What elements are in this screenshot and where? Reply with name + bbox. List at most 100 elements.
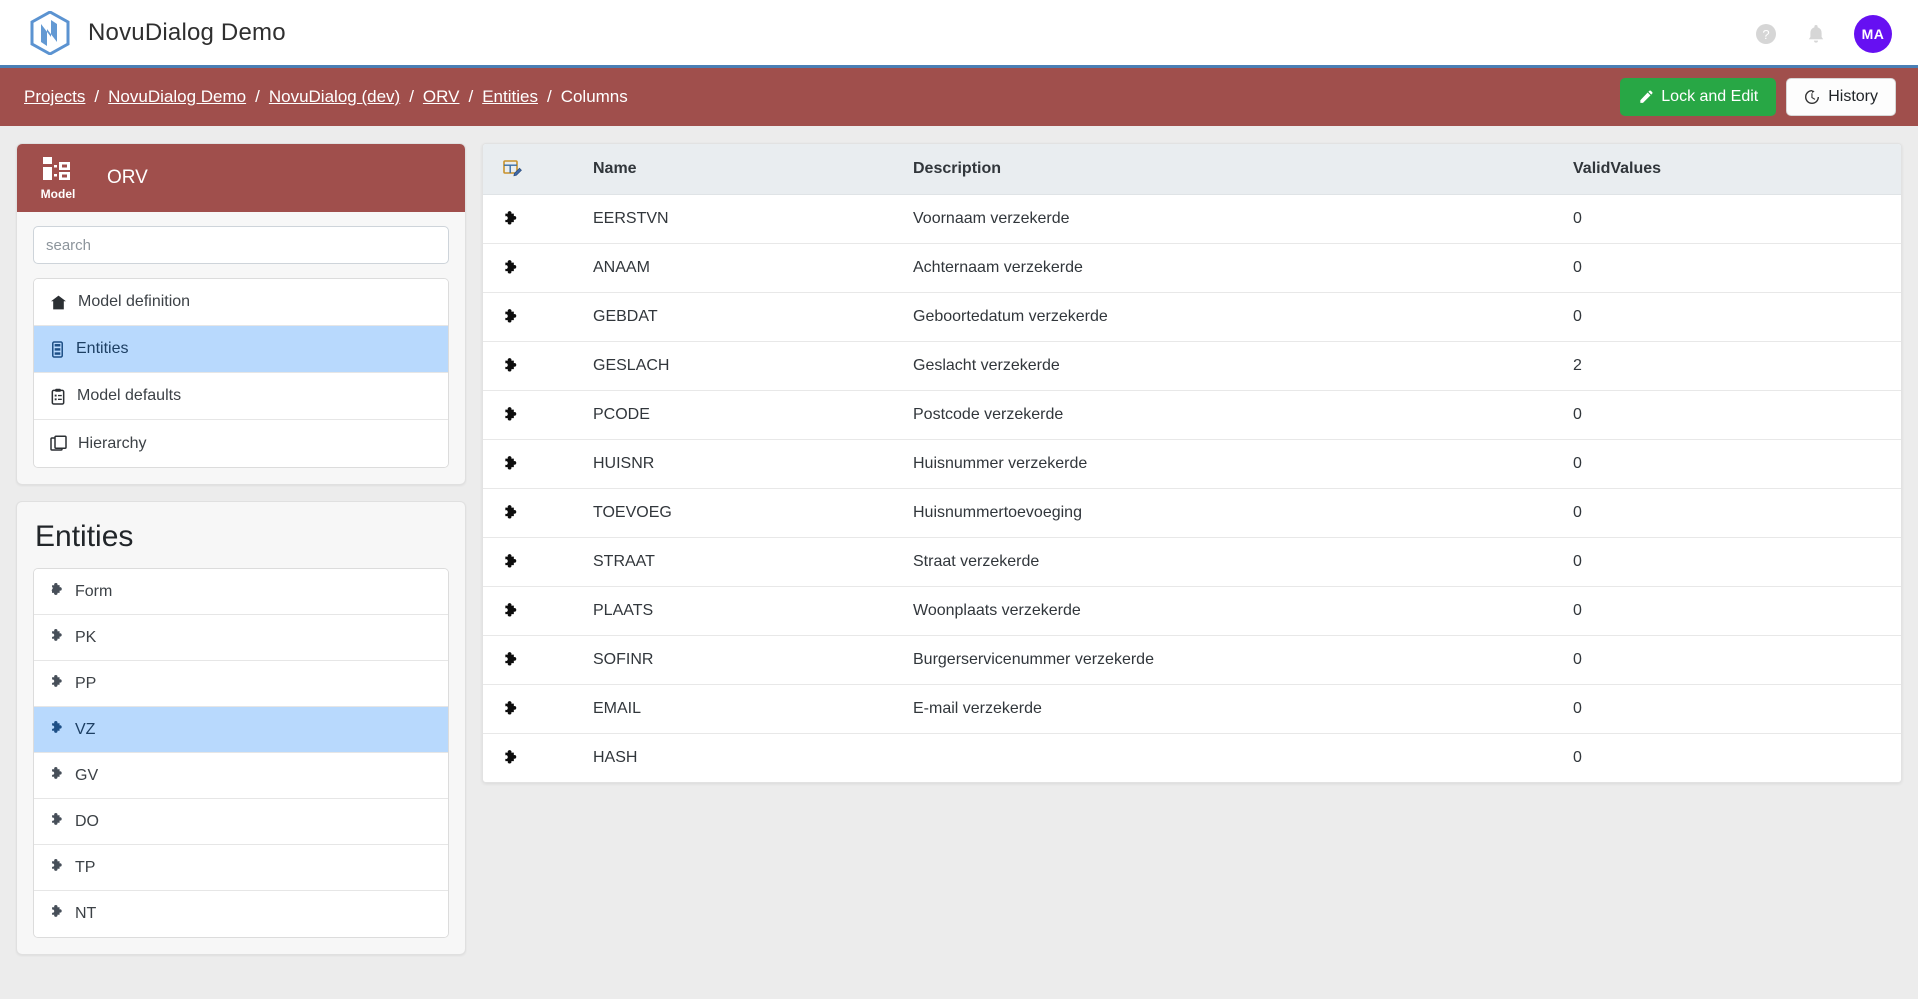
- edit-columns-icon[interactable]: [503, 159, 573, 178]
- model-panel-header: Model ORV: [17, 144, 465, 212]
- sidebar-item-label: Model definition: [78, 293, 191, 310]
- question-circle-icon[interactable]: ?: [1754, 22, 1778, 46]
- entity-item-tp[interactable]: TP: [34, 845, 448, 891]
- sidebar: Model ORV Model definition: [16, 143, 466, 955]
- columns-table-card: Name Description ValidValues EERSTVN Voo…: [482, 143, 1902, 783]
- row-icon-cell: [483, 439, 583, 489]
- entity-item-label: VZ: [75, 720, 96, 738]
- avatar[interactable]: MA: [1854, 15, 1892, 53]
- history-button[interactable]: History: [1786, 78, 1896, 116]
- home-icon: [50, 294, 67, 311]
- entity-item-pk[interactable]: PK: [34, 615, 448, 661]
- row-icon-cell: [483, 341, 583, 391]
- table-header-row: Name Description ValidValues: [483, 144, 1901, 195]
- svg-text:?: ?: [1762, 27, 1769, 42]
- breadcrumb-item-entities[interactable]: Entities: [482, 87, 538, 107]
- table-row[interactable]: EMAIL E-mail verzekerde 0: [483, 684, 1901, 734]
- row-description: Geboortedatum verzekerde: [903, 292, 1563, 342]
- row-validvalues: 0: [1563, 586, 1901, 636]
- row-validvalues: 0: [1563, 733, 1901, 782]
- row-name: ANAAM: [583, 243, 903, 293]
- table-row[interactable]: GEBDAT Geboortedatum verzekerde 0: [483, 292, 1901, 342]
- row-name: PLAATS: [583, 586, 903, 636]
- row-description: Burgerservicenummer verzekerde: [903, 635, 1563, 685]
- entity-item-do[interactable]: DO: [34, 799, 448, 845]
- row-validvalues: 0: [1563, 488, 1901, 538]
- puzzle-icon: [503, 308, 573, 325]
- table-row[interactable]: HUISNR Huisnummer verzekerde 0: [483, 439, 1901, 489]
- row-name: STRAAT: [583, 537, 903, 587]
- table-row[interactable]: STRAAT Straat verzekerde 0: [483, 537, 1901, 587]
- sidebar-item-model-definition[interactable]: Model definition: [34, 279, 448, 326]
- sidebar-item-label: Entities: [76, 340, 129, 357]
- row-icon-cell: [483, 733, 583, 782]
- row-name: EERSTVN: [583, 194, 903, 244]
- row-validvalues: 2: [1563, 341, 1901, 391]
- row-name: EMAIL: [583, 684, 903, 734]
- table-row[interactable]: TOEVOEG Huisnummertoevoeging 0: [483, 488, 1901, 538]
- table-row[interactable]: EERSTVN Voornaam verzekerde 0: [483, 194, 1901, 244]
- bell-icon[interactable]: [1804, 22, 1828, 46]
- breadcrumb-separator: /: [255, 87, 260, 106]
- entity-item-nt[interactable]: NT: [34, 891, 448, 937]
- puzzle-icon: [50, 858, 65, 878]
- row-name: TOEVOEG: [583, 488, 903, 538]
- entities-panel: Entities Form PK PP VZ GV DO TP NT: [16, 501, 466, 955]
- table-header-name[interactable]: Name: [583, 144, 903, 195]
- entity-item-label: NT: [75, 905, 97, 922]
- table-row[interactable]: HASH 0: [483, 733, 1901, 782]
- app-header: NovuDialog Demo ? MA: [0, 0, 1918, 68]
- breadcrumb-item-novudialog-dev[interactable]: NovuDialog (dev): [269, 87, 400, 107]
- breadcrumb-separator: /: [409, 87, 414, 106]
- row-icon-cell: [483, 292, 583, 342]
- sidebar-item-model-defaults[interactable]: Model defaults: [34, 373, 448, 420]
- breadcrumb-item-novudialog-demo[interactable]: NovuDialog Demo: [108, 87, 246, 107]
- sidebar-item-hierarchy[interactable]: Hierarchy: [34, 420, 448, 467]
- model-diagram-icon: Model: [35, 156, 81, 200]
- puzzle-icon: [503, 553, 573, 570]
- sidebar-item-label: Model defaults: [77, 387, 182, 404]
- entity-item-form[interactable]: Form: [34, 569, 448, 615]
- row-description: Achternaam verzekerde: [903, 243, 1563, 293]
- row-description: Straat verzekerde: [903, 537, 1563, 587]
- table-row[interactable]: ANAAM Achternaam verzekerde 0: [483, 243, 1901, 293]
- table-row[interactable]: SOFINR Burgerservicenummer verzekerde 0: [483, 635, 1901, 685]
- entity-item-vz[interactable]: VZ: [34, 707, 448, 753]
- table-row[interactable]: PCODE Postcode verzekerde 0: [483, 390, 1901, 440]
- table-header-icon-cell: [483, 144, 583, 195]
- entity-item-label: PK: [75, 628, 97, 646]
- row-name: SOFINR: [583, 635, 903, 685]
- brand[interactable]: NovuDialog Demo: [30, 10, 286, 55]
- row-icon-cell: [483, 635, 583, 685]
- row-validvalues: 0: [1563, 390, 1901, 440]
- table-header-description[interactable]: Description: [903, 144, 1563, 195]
- puzzle-icon: [503, 357, 573, 374]
- breadcrumb-item-projects[interactable]: Projects: [24, 87, 85, 107]
- puzzle-icon: [50, 720, 65, 740]
- table-row[interactable]: PLAATS Woonplaats verzekerde 0: [483, 586, 1901, 636]
- puzzle-icon: [503, 749, 573, 766]
- entity-item-pp[interactable]: PP: [34, 661, 448, 707]
- entity-item-label: TP: [75, 858, 96, 876]
- table-row[interactable]: GESLACH Geslacht verzekerde 2: [483, 341, 1901, 391]
- clipboard-icon: [50, 388, 66, 405]
- puzzle-icon: [503, 700, 573, 717]
- model-badge-label: Model: [40, 187, 76, 201]
- row-icon-cell: [483, 537, 583, 587]
- entity-item-gv[interactable]: GV: [34, 753, 448, 799]
- row-validvalues: 0: [1563, 439, 1901, 489]
- lock-and-edit-button[interactable]: Lock and Edit: [1620, 78, 1777, 116]
- table-header-validvalues[interactable]: ValidValues: [1563, 144, 1901, 195]
- sidebar-item-entities[interactable]: Entities: [34, 326, 448, 373]
- row-icon-cell: [483, 243, 583, 293]
- row-description: Huisnummer verzekerde: [903, 439, 1563, 489]
- breadcrumb-item-orv[interactable]: ORV: [423, 87, 460, 107]
- puzzle-icon: [503, 259, 573, 276]
- search-input[interactable]: [33, 226, 449, 264]
- puzzle-icon: [50, 628, 65, 648]
- copy-icon: [50, 435, 67, 452]
- breadcrumb-bar: Projects / NovuDialog Demo / NovuDialog …: [0, 68, 1918, 126]
- row-name: GEBDAT: [583, 292, 903, 342]
- puzzle-icon: [503, 651, 573, 668]
- puzzle-icon: [50, 904, 65, 924]
